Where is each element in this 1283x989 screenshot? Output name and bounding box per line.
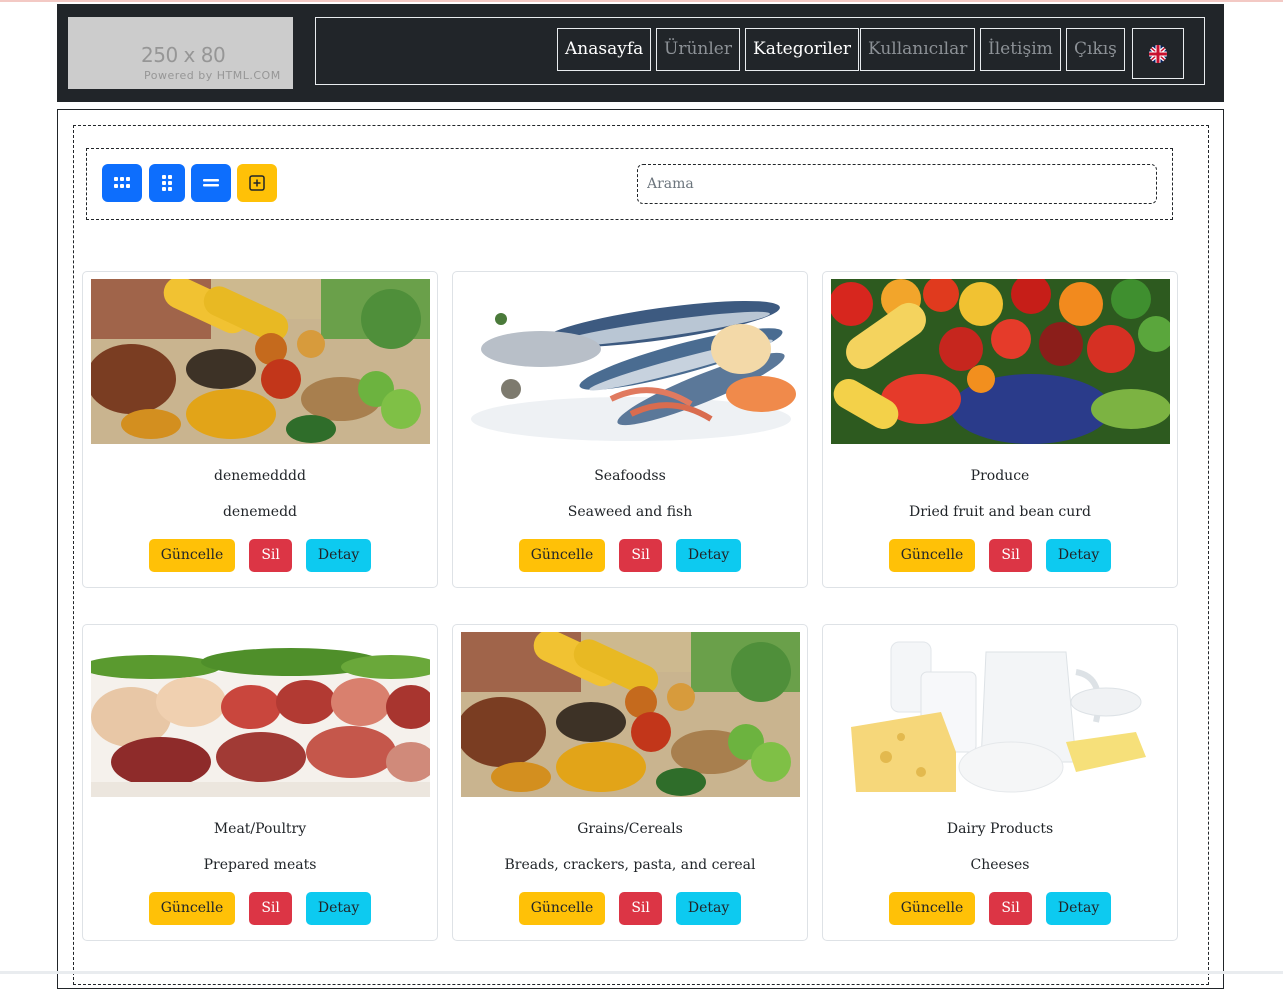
update-button[interactable]: Güncelle <box>148 539 236 572</box>
category-description: Dried fruit and bean curd <box>909 504 1091 520</box>
category-name: Dairy Products <box>946 821 1054 837</box>
detail-button[interactable]: Detay <box>305 892 372 925</box>
delete-button[interactable]: Sil <box>989 892 1032 925</box>
site-header: 250 x 80 Powered by HTML.COM Anasayfa Ür… <box>57 4 1224 102</box>
category-name: Grains/Cereals <box>577 821 683 837</box>
detail-button[interactable]: Detay <box>1045 539 1112 572</box>
category-description: Seaweed and fish <box>567 504 693 520</box>
nav-logout[interactable]: Çıkış <box>1066 28 1125 71</box>
category-image-seafood <box>461 279 800 444</box>
category-image-meats <box>91 632 430 797</box>
detail-button[interactable]: Detay <box>675 892 742 925</box>
nav-home[interactable]: Anasayfa <box>557 28 652 71</box>
update-button[interactable]: Güncelle <box>888 892 976 925</box>
nav-categories[interactable]: Kategoriler <box>745 28 860 71</box>
view-grid-two-button[interactable] <box>149 164 185 202</box>
category-image-spices <box>461 632 800 797</box>
delete-button[interactable]: Sil <box>619 539 662 572</box>
category-card: Dairy Products Cheeses Güncelle Sil Deta… <box>822 624 1178 941</box>
uk-flag-icon <box>1149 45 1167 63</box>
add-category-button[interactable] <box>237 164 277 202</box>
page-bottom-edge <box>0 971 1283 974</box>
view-grid-three-button[interactable] <box>102 164 142 202</box>
main-nav: Anasayfa Ürünler Kategoriler Kullanıcıla… <box>315 17 1205 85</box>
detail-button[interactable]: Detay <box>675 539 742 572</box>
delete-button[interactable]: Sil <box>249 892 292 925</box>
nav-contact[interactable]: İletişim <box>980 28 1061 71</box>
language-button[interactable] <box>1132 28 1184 79</box>
category-toolbar <box>86 148 1173 220</box>
nav-users[interactable]: Kullanıcılar <box>860 28 976 71</box>
category-name: Seafoodss <box>594 468 666 484</box>
category-description: Cheeses <box>970 857 1030 873</box>
category-name: denemedddd <box>214 468 306 484</box>
update-button[interactable]: Güncelle <box>518 539 606 572</box>
detail-button[interactable]: Detay <box>1045 892 1112 925</box>
category-name: Produce <box>970 468 1030 484</box>
category-card: Produce Dried fruit and bean curd Güncel… <box>822 271 1178 588</box>
delete-button[interactable]: Sil <box>989 539 1032 572</box>
list-icon <box>203 179 219 187</box>
category-description: Breads, crackers, pasta, and cereal <box>504 857 756 873</box>
view-list-button[interactable] <box>191 164 231 202</box>
update-button[interactable]: Güncelle <box>148 892 236 925</box>
grid-three-icon <box>114 177 130 188</box>
add-square-icon <box>249 175 265 191</box>
category-card: Grains/Cereals Breads, crackers, pasta, … <box>452 624 808 941</box>
category-description: Prepared meats <box>203 857 317 873</box>
category-image-spices <box>91 279 430 444</box>
category-name: Meat/Poultry <box>213 821 307 837</box>
category-image-vegetables <box>831 279 1170 444</box>
category-card: Seafoodss Seaweed and fish Güncelle Sil … <box>452 271 808 588</box>
delete-button[interactable]: Sil <box>249 539 292 572</box>
logo-placeholder[interactable]: 250 x 80 Powered by HTML.COM <box>68 17 293 89</box>
logo-powered-text: Powered by HTML.COM <box>144 69 281 82</box>
category-card: denemedddd denemedd Güncelle Sil Detay <box>82 271 438 588</box>
nav-products[interactable]: Ürünler <box>656 28 740 71</box>
grid-two-icon <box>162 175 172 191</box>
search-input[interactable] <box>637 164 1157 204</box>
category-image-dairy <box>831 632 1170 797</box>
logo-size-text: 250 x 80 <box>141 43 226 67</box>
update-button[interactable]: Güncelle <box>518 892 606 925</box>
category-card: Meat/Poultry Prepared meats Güncelle Sil… <box>82 624 438 941</box>
update-button[interactable]: Güncelle <box>888 539 976 572</box>
delete-button[interactable]: Sil <box>619 892 662 925</box>
category-description: denemedd <box>222 504 298 520</box>
detail-button[interactable]: Detay <box>305 539 372 572</box>
